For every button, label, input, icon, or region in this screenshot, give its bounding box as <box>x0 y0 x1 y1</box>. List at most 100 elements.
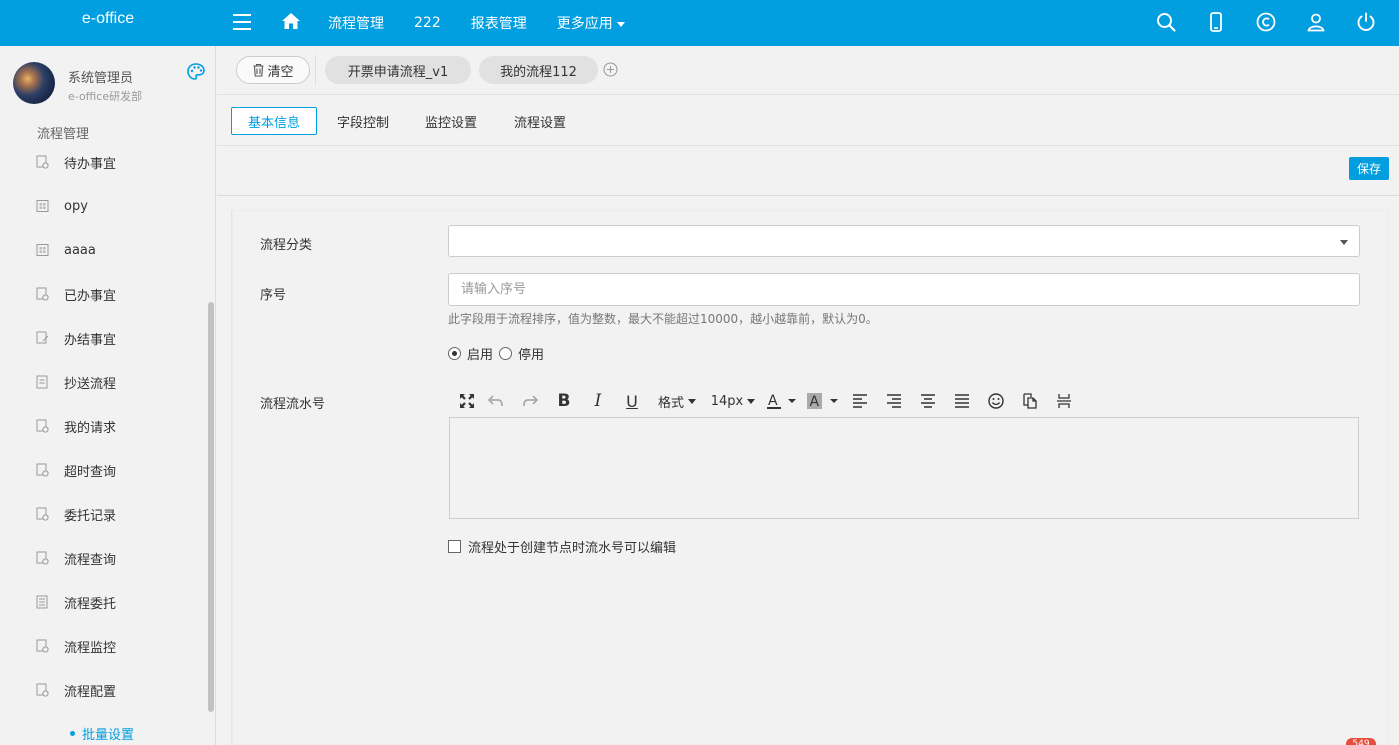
grid-icon <box>36 200 49 212</box>
user-icon[interactable] <box>1305 11 1327 33</box>
category-select[interactable] <box>448 225 1360 257</box>
done-icon <box>36 287 49 301</box>
nav-item-more-apps[interactable]: 更多应用 <box>557 13 625 33</box>
timeout-icon <box>36 463 49 477</box>
sidebar-item-workflow-query[interactable]: 流程查询 <box>0 536 210 580</box>
editable-checkbox-label[interactable]: 流程处于创建节点时流水号可以编辑 <box>468 537 676 556</box>
underline-icon[interactable]: U <box>615 388 649 414</box>
notification-badge[interactable]: 549 <box>1346 738 1376 745</box>
copyright-icon[interactable] <box>1255 11 1277 33</box>
italic-icon[interactable]: I <box>581 388 615 414</box>
sidebar: 系统管理员 e-office研发部 流程管理 待办事宜 opy aaaa 已办事… <box>0 46 216 745</box>
delegate-icon <box>36 595 48 609</box>
sidebar-scrollbar[interactable] <box>208 302 214 712</box>
editable-checkbox[interactable] <box>448 540 461 553</box>
delegate-record-icon <box>36 507 49 521</box>
sidebar-item-workflow-config[interactable]: 流程配置 <box>0 668 210 712</box>
user-name: 系统管理员 <box>68 71 134 86</box>
align-justify-icon[interactable] <box>945 388 979 414</box>
search-icon[interactable] <box>1155 11 1177 33</box>
tab-my-workflow-112[interactable]: 我的流程112 <box>479 56 598 84</box>
nav-item-222[interactable]: 222 <box>414 15 441 31</box>
font-size-dropdown[interactable]: 14px <box>705 388 761 414</box>
category-label: 流程分类 <box>260 238 313 253</box>
sidebar-subitem-batch-settings[interactable]: 批量设置 <box>70 724 134 743</box>
align-right-icon[interactable] <box>877 388 911 414</box>
chevron-down-icon <box>688 398 696 404</box>
emoji-icon[interactable] <box>979 388 1013 414</box>
tab-invoice-workflow[interactable]: 开票申请流程_v1 <box>325 56 471 84</box>
top-icons <box>1127 11 1377 33</box>
redo-icon[interactable] <box>513 388 547 414</box>
query-icon <box>36 551 49 565</box>
sidebar-item-finished[interactable]: 办结事宜 <box>0 316 210 360</box>
main-nav: 流程管理 222 报表管理 更多应用 <box>328 0 655 46</box>
monitor-icon <box>36 639 49 653</box>
chevron-down-icon <box>616 21 625 27</box>
svg-text:A: A <box>768 393 778 409</box>
finished-icon <box>36 331 49 344</box>
copy-send-icon <box>36 375 48 389</box>
sidebar-item-opy[interactable]: opy <box>0 184 210 228</box>
order-input[interactable] <box>448 273 1360 306</box>
sidebar-item-done[interactable]: 已办事宜 <box>0 272 210 316</box>
tab-monitor-settings[interactable]: 监控设置 <box>413 107 489 135</box>
svg-text:A: A <box>810 394 820 410</box>
todo-icon <box>36 155 49 169</box>
format-dropdown[interactable]: 格式 <box>649 388 705 414</box>
font-color-icon[interactable]: A <box>761 388 801 414</box>
grid-icon <box>36 244 49 256</box>
power-icon[interactable] <box>1355 11 1377 33</box>
order-help-text: 此字段用于流程排序，值为整数，最大不能超过10000，越小越靠前，默认为0。 <box>448 312 878 326</box>
serial-number-editor[interactable] <box>449 417 1359 519</box>
sidebar-item-my-requests[interactable]: 我的请求 <box>0 404 210 448</box>
tab-divider <box>315 55 316 85</box>
add-tab-icon[interactable] <box>603 62 618 77</box>
align-center-icon[interactable] <box>911 388 945 414</box>
radio-disable-label[interactable]: 停用 <box>518 344 544 363</box>
open-tabs-bar: 清空 开票申请流程_v1 我的流程112 <box>217 46 1399 95</box>
sidebar-item-cc[interactable]: 抄送流程 <box>0 360 210 404</box>
mobile-icon[interactable] <box>1205 11 1227 33</box>
request-icon <box>36 419 49 433</box>
action-bar: 保存 <box>217 146 1399 196</box>
sidebar-item-todo[interactable]: 待办事宜 <box>0 140 210 184</box>
tab-field-control[interactable]: 字段控制 <box>325 107 401 135</box>
avatar[interactable] <box>13 62 55 104</box>
chevron-down-icon <box>747 398 756 404</box>
sidebar-item-delegate-records[interactable]: 委托记录 <box>0 492 210 536</box>
serial-number-label: 流程流水号 <box>260 397 326 412</box>
nav-item-reports[interactable]: 报表管理 <box>471 13 527 33</box>
align-left-icon[interactable] <box>843 388 877 414</box>
sidebar-item-workflow-delegate[interactable]: 流程委托 <box>0 580 210 624</box>
brand-logo[interactable]: e-office <box>0 0 216 46</box>
palette-icon[interactable] <box>186 62 206 82</box>
background-color-icon[interactable]: A <box>801 388 843 414</box>
editable-option: 流程处于创建节点时流水号可以编辑 <box>448 537 676 556</box>
radio-enable[interactable] <box>448 347 461 360</box>
top-bar: e-office 流程管理 222 报表管理 更多应用 <box>0 0 1399 46</box>
user-department: e-office研发部 <box>68 90 143 103</box>
paste-icon[interactable] <box>1013 388 1047 414</box>
tab-basic-info[interactable]: 基本信息 <box>231 107 317 135</box>
save-button[interactable]: 保存 <box>1349 157 1389 180</box>
nav-item-workflow[interactable]: 流程管理 <box>328 13 384 33</box>
sidebar-list: 待办事宜 opy aaaa 已办事宜 办结事宜 抄送流程 我的请求 超时查询 委… <box>0 140 210 712</box>
tab-workflow-settings[interactable]: 流程设置 <box>502 107 578 135</box>
hamburger-menu-icon[interactable] <box>233 14 251 30</box>
clear-tabs-button[interactable]: 清空 <box>236 56 310 84</box>
home-icon[interactable] <box>281 11 301 31</box>
editor-toolbar: B I U 格式 14px A A <box>455 388 1081 414</box>
sidebar-item-timeout-query[interactable]: 超时查询 <box>0 448 210 492</box>
settings-subnav: 基本信息 字段控制 监控设置 流程设置 <box>217 96 1399 146</box>
sidebar-item-workflow-monitor[interactable]: 流程监控 <box>0 624 210 668</box>
undo-icon[interactable] <box>479 388 513 414</box>
sidebar-item-aaaa[interactable]: aaaa <box>0 228 210 272</box>
bold-icon[interactable]: B <box>547 388 581 414</box>
radio-disable[interactable] <box>499 347 513 360</box>
page-break-icon[interactable] <box>1047 388 1081 414</box>
radio-enable-label[interactable]: 启用 <box>467 344 493 363</box>
order-label: 序号 <box>260 288 287 303</box>
fullscreen-icon[interactable] <box>455 388 479 414</box>
bullet-icon <box>70 731 75 736</box>
